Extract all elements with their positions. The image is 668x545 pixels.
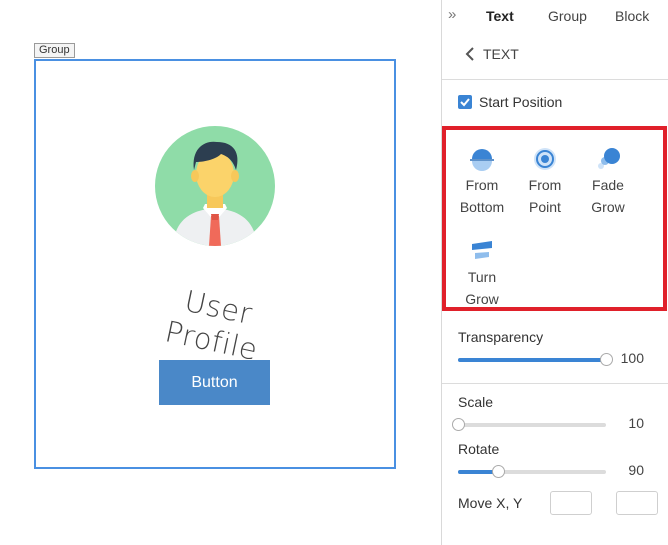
anim-turn-grow[interactable]: Turn Grow [452, 238, 512, 310]
divider [442, 79, 668, 80]
start-position-toggle[interactable]: Start Position [458, 94, 562, 110]
anim-label: Grow [591, 199, 625, 215]
transparency-label: Transparency [458, 329, 544, 345]
group-selection-box[interactable] [34, 59, 396, 469]
tab-text[interactable]: Text [486, 8, 514, 24]
canvas-button[interactable]: Button [159, 360, 270, 405]
anim-label: Grow [465, 291, 499, 307]
anim-label: Bottom [459, 199, 505, 215]
move-x-input[interactable] [550, 491, 592, 515]
from-bottom-icon [470, 149, 494, 171]
anim-label: Point [529, 199, 561, 215]
check-icon [460, 98, 470, 107]
move-y-input[interactable] [616, 491, 658, 515]
from-point-icon [534, 148, 556, 170]
design-canvas[interactable]: Group User Profile Button [0, 0, 441, 545]
scale-label: Scale [458, 394, 494, 410]
scale-slider[interactable] [452, 418, 606, 431]
back-label: TEXT [483, 46, 519, 62]
anim-label: Fade [592, 177, 624, 193]
group-tag: Group [34, 43, 75, 58]
slider-thumb[interactable] [452, 418, 465, 431]
start-position-label: Start Position [479, 94, 563, 110]
properties-panel: » Text Group Block TEXT Start Position F… [441, 0, 668, 545]
tab-group[interactable]: Group [548, 8, 587, 24]
rotate-value: 90 [628, 462, 644, 478]
anim-label: From [465, 177, 499, 193]
rotate-slider[interactable] [458, 465, 606, 478]
collapse-panel-icon[interactable]: » [448, 6, 464, 24]
scale-value: 10 [628, 415, 644, 431]
chevron-left-icon [465, 47, 474, 61]
back-button[interactable]: TEXT [464, 44, 519, 64]
panel-tabs: » Text Group Block [442, 0, 668, 32]
anim-fade-grow[interactable]: Fade Grow [578, 146, 638, 218]
anim-from-bottom[interactable]: From Bottom [452, 146, 512, 218]
transparency-slider[interactable] [458, 353, 613, 366]
turn-grow-icon [472, 241, 492, 259]
divider [442, 383, 668, 384]
slider-fill [458, 358, 606, 362]
user-avatar-icon[interactable] [155, 126, 275, 246]
anim-from-point[interactable]: From Point [515, 146, 575, 218]
slider-thumb[interactable] [600, 353, 613, 366]
transparency-value: 100 [620, 350, 644, 366]
slider-thumb[interactable] [492, 465, 505, 478]
move-label: Move X, Y [458, 495, 523, 511]
fade-grow-icon [598, 148, 620, 169]
start-position-checkbox[interactable] [458, 95, 472, 109]
tab-block[interactable]: Block [615, 8, 649, 24]
anim-label: From [528, 177, 562, 193]
anim-label: Turn [467, 269, 497, 285]
rotate-label: Rotate [458, 441, 500, 457]
